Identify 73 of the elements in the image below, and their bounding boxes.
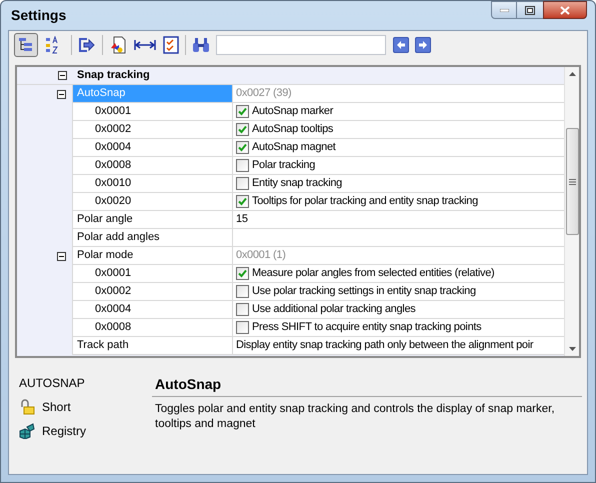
property-name[interactable]: 0x0020: [73, 193, 233, 211]
property-value: AutoSnap tooltips: [252, 122, 334, 138]
maximize-button[interactable]: [517, 1, 543, 19]
property-name[interactable]: 0x0004: [73, 139, 233, 157]
scrollbar[interactable]: [564, 67, 579, 356]
close-button[interactable]: [543, 1, 587, 19]
grip-icon: [568, 178, 576, 184]
property-value: AutoSnap magnet: [252, 140, 336, 156]
variable-name: AUTOSNAP: [18, 375, 86, 392]
property-value: 15: [236, 212, 248, 228]
property-value: Tooltips for polar tracking and entity snap tracking: [252, 194, 478, 210]
scroll-down-icon: [568, 347, 576, 351]
checkbox[interactable]: [236, 141, 249, 154]
property-name[interactable]: 0x0002: [73, 121, 233, 139]
width-arrows-icon[interactable]: [134, 39, 156, 51]
checkbox[interactable]: [236, 159, 249, 172]
help-description: Toggles polar and entity snap tracking and controls the display of snap marker, tooltips and magnet: [154, 402, 556, 432]
scroll-up-icon: [568, 72, 576, 76]
checkbox[interactable]: [236, 267, 249, 280]
property-name[interactable]: 0x0004: [73, 301, 233, 319]
back-button[interactable]: [393, 37, 409, 53]
property-value: AutoSnap marker: [252, 104, 334, 120]
export-icon[interactable]: [78, 37, 96, 53]
short-label: Short: [42, 399, 71, 416]
tree-view-icon: [18, 37, 34, 53]
minimize-icon: [500, 8, 508, 12]
property-value: 0x0001 (1): [236, 248, 286, 264]
property-name[interactable]: 0x0001: [73, 265, 233, 283]
help-title: AutoSnap: [154, 375, 222, 394]
property-value: Use polar tracking settings in entity snap tracking: [252, 284, 476, 300]
property-value: Polar tracking: [252, 158, 316, 174]
binoculars-icon[interactable]: [192, 37, 210, 53]
minimize-button[interactable]: [491, 1, 517, 19]
property-name[interactable]: 0x0002: [73, 283, 233, 301]
checkbox[interactable]: [236, 321, 249, 334]
property-name[interactable]: 0x0008: [73, 157, 233, 175]
maximize-icon: [525, 6, 535, 14]
registry-label: Registry: [42, 423, 86, 440]
property-value: Measure polar angles from selected entities (relative): [252, 266, 494, 282]
forward-button[interactable]: [415, 37, 431, 53]
property-value: Press SHIFT to acquire entity snap tracking points: [252, 320, 482, 336]
collapse-icon[interactable]: [57, 252, 66, 260]
arrow-right-icon: [418, 40, 428, 50]
property-value: 0x0027 (39): [236, 86, 292, 102]
property-value: Entity snap tracking: [252, 176, 342, 192]
property-name[interactable]: 0x0010: [73, 175, 233, 193]
property-name[interactable]: 0x0001: [73, 103, 233, 121]
checkbox[interactable]: [236, 303, 249, 316]
window-title: Settings: [11, 6, 66, 25]
lock-icon: [19, 399, 35, 415]
checkbox[interactable]: [236, 285, 249, 298]
collapse-icon[interactable]: [57, 90, 66, 98]
property-name[interactable]: Track path: [73, 337, 233, 355]
document-shapes-icon[interactable]: [109, 36, 127, 54]
collapse-icon[interactable]: [58, 71, 67, 80]
property-name[interactable]: Polar angle: [73, 211, 233, 229]
property-name[interactable]: Polar mode: [73, 247, 233, 265]
checkbox[interactable]: [236, 123, 249, 136]
property-name[interactable]: Polar add angles: [73, 229, 233, 247]
checklist-icon[interactable]: [163, 36, 179, 54]
search-field[interactable]: [216, 35, 386, 55]
registry-cubes-icon: [19, 423, 35, 439]
checkbox[interactable]: [236, 177, 249, 190]
checkbox[interactable]: [236, 105, 249, 118]
close-icon: [560, 6, 570, 14]
sort-alpha-icon: [45, 36, 61, 54]
view-toggle-button[interactable]: [14, 33, 38, 57]
property-value: Use additional polar tracking angles: [252, 302, 416, 318]
category-title: Snap tracking: [76, 68, 150, 84]
arrow-left-icon: [396, 40, 406, 50]
property-name[interactable]: 0x0008: [73, 319, 233, 337]
property-value: Display entity snap tracking path only between the alignment poir: [236, 338, 534, 354]
checkbox[interactable]: [236, 195, 249, 208]
